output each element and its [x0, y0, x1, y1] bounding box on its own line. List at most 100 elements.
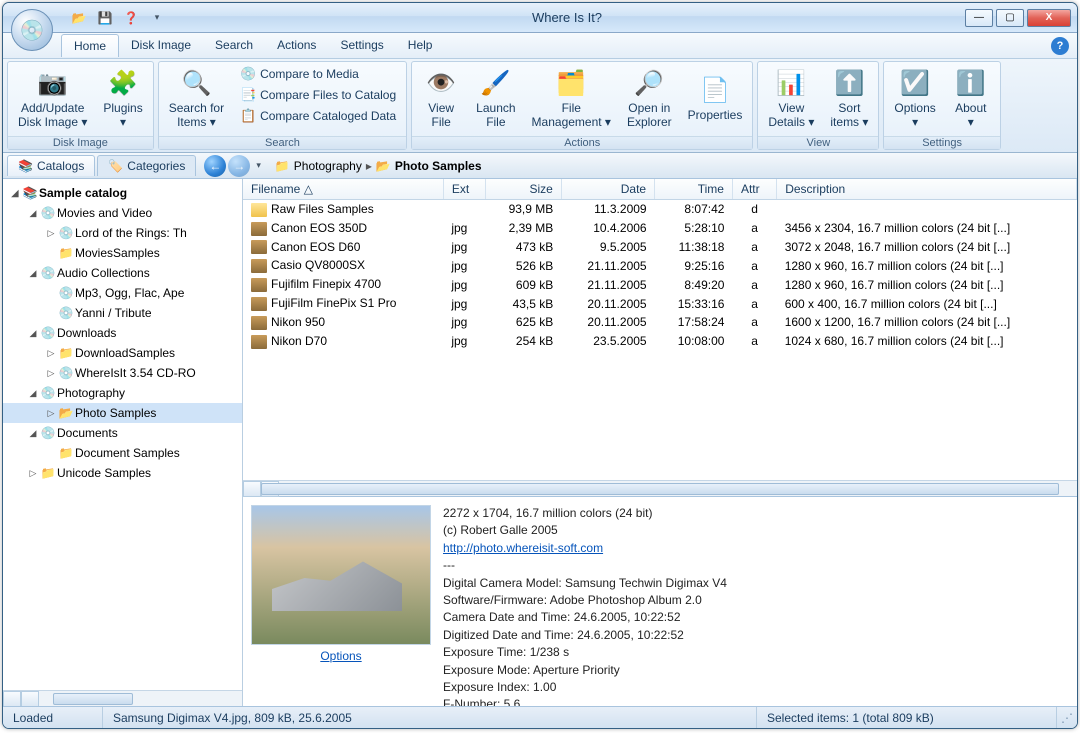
qat-help-icon[interactable]: ❓ [119, 7, 143, 29]
tree-item[interactable]: ▷💿WhereIsIt 3.54 CD-RO [3, 363, 242, 383]
ribbon-button-open-in[interactable]: 🔎Open inExplorer [621, 64, 678, 134]
ribbon-button-file[interactable]: 🗂️FileManagement ▾ [526, 64, 617, 134]
file-list[interactable]: Filename △ExtSizeDateTimeAttrDescription… [243, 179, 1077, 480]
ribbon-button-compare-cataloged-data[interactable]: 📋Compare Cataloged Data [234, 106, 402, 126]
ribbon-button-add-update[interactable]: 📷Add/UpdateDisk Image ▾ [12, 64, 93, 134]
maximize-button[interactable]: ▢ [996, 9, 1024, 27]
column-header-ext[interactable]: Ext [443, 179, 486, 200]
preview-thumbnail[interactable] [251, 505, 431, 645]
ribbon-button-search-for[interactable]: 🔍Search forItems ▾ [163, 64, 230, 134]
ribbon-icon: 📋 [240, 108, 256, 124]
categories-icon: 🏷️ [108, 159, 123, 173]
menu-tab-help[interactable]: Help [396, 34, 445, 57]
menu-tab-disk-image[interactable]: Disk Image [119, 34, 203, 57]
ribbon-button-compare-to-media[interactable]: 💿Compare to Media [234, 64, 402, 84]
close-button[interactable]: X [1027, 9, 1071, 27]
tab-categories[interactable]: 🏷️Categories [97, 155, 196, 176]
qat-dropdown-icon[interactable]: ▾ [145, 7, 169, 29]
titlebar: 💿 📂 💾 ❓ ▾ Where Is It? — ▢ X [3, 3, 1077, 33]
tree-expand-icon[interactable]: ◢ [9, 188, 21, 199]
status-state: Loaded [3, 707, 103, 728]
ribbon-button-sort[interactable]: ⬆️Sortitems ▾ [824, 64, 874, 134]
tree-item[interactable]: 💿Yanni / Tribute [3, 303, 242, 323]
column-header-filename[interactable]: Filename △ [243, 179, 443, 200]
column-header-description[interactable]: Description [777, 179, 1077, 200]
tree-expand-icon[interactable]: ▷ [45, 348, 57, 359]
column-header-time[interactable]: Time [655, 179, 733, 200]
menu-tab-actions[interactable]: Actions [265, 34, 328, 57]
tree-item[interactable]: 📁MoviesSamples [3, 243, 242, 263]
file-row[interactable]: Canon EOS 350Djpg2,39 MB10.4.20065:28:10… [243, 219, 1077, 238]
ribbon-button-view[interactable]: 📊ViewDetails ▾ [762, 64, 820, 134]
tree-item[interactable]: 💿Mp3, Ogg, Flac, Ape [3, 283, 242, 303]
tree-item[interactable]: ◢💿Downloads [3, 323, 242, 343]
tree-node-label: Downloads [57, 326, 116, 340]
minimize-button[interactable]: — [965, 9, 993, 27]
filelist-scrollbar[interactable] [243, 480, 1077, 496]
menu-tab-settings[interactable]: Settings [328, 34, 395, 57]
sidebar-scrollbar[interactable] [3, 690, 242, 706]
tree-expand-icon[interactable]: ▷ [45, 228, 57, 239]
tree-item[interactable]: 📁Document Samples [3, 443, 242, 463]
column-header-date[interactable]: Date [561, 179, 654, 200]
ribbon-button-about[interactable]: ℹ️About▾ [946, 64, 996, 134]
tree-node-icon: 💿 [57, 286, 75, 300]
file-row[interactable]: Casio QV8000SXjpg526 kB21.11.20059:25:16… [243, 256, 1077, 275]
resize-grip[interactable]: ⋰ [1057, 711, 1077, 725]
ribbon-group-actions: 👁️ViewFile🖌️LaunchFile🗂️FileManagement ▾… [411, 61, 753, 150]
ribbon-button-launch[interactable]: 🖌️LaunchFile [470, 64, 521, 134]
tree-item[interactable]: ▷📂Photo Samples [3, 403, 242, 423]
ribbon-button-view[interactable]: 👁️ViewFile [416, 64, 466, 134]
file-row[interactable]: Nikon 950jpg625 kB20.11.200517:58:24a160… [243, 313, 1077, 332]
tree-expand-icon[interactable]: ◢ [27, 428, 39, 439]
column-header-attr[interactable]: Attr [732, 179, 776, 200]
file-row[interactable]: Fujifilm Finepix 4700jpg609 kB21.11.2005… [243, 275, 1077, 294]
tree-expand-icon[interactable]: ▷ [45, 368, 57, 379]
ribbon-group-search: 🔍Search forItems ▾💿Compare to Media📑Comp… [158, 61, 407, 150]
ribbon-icon: 🧩 [107, 68, 139, 100]
nav-back-button[interactable]: ← [204, 155, 226, 177]
status-selection: Selected items: 1 (total 809 kB) [757, 707, 1057, 728]
tab-catalogs[interactable]: 📚Catalogs [7, 155, 95, 176]
ribbon-group-label: Settings [884, 136, 999, 149]
tree-expand-icon[interactable]: ◢ [27, 388, 39, 399]
catalog-tree[interactable]: ◢📚Sample catalog◢💿Movies and Video▷💿Lord… [3, 179, 242, 690]
tree-item[interactable]: ◢💿Documents [3, 423, 242, 443]
preview-options-link[interactable]: Options [320, 649, 361, 663]
tree-item[interactable]: ◢💿Photography [3, 383, 242, 403]
ribbon-button-compare-files-to-catalog[interactable]: 📑Compare Files to Catalog [234, 85, 402, 105]
tree-item[interactable]: ◢💿Movies and Video [3, 203, 242, 223]
nav-dropdown-icon[interactable]: ▾ [252, 160, 265, 171]
preview-url-link[interactable]: http://photo.whereisit-soft.com [443, 541, 603, 555]
nav-forward-button[interactable]: → [228, 155, 250, 177]
tree-expand-icon[interactable]: ▷ [27, 468, 39, 479]
tree-node-icon: 💿 [57, 306, 75, 320]
quick-access-toolbar: 📂 💾 ❓ ▾ [67, 7, 169, 29]
tree-expand-icon[interactable]: ▷ [45, 408, 57, 419]
breadcrumb-parent[interactable]: Photography [294, 159, 362, 173]
file-row[interactable]: Canon EOS D60jpg473 kB9.5.200511:38:18a3… [243, 238, 1077, 257]
qat-open-icon[interactable]: 📂 [67, 7, 91, 29]
column-header-size[interactable]: Size [486, 179, 561, 200]
ribbon-icon: 👁️ [425, 68, 457, 100]
file-row[interactable]: Nikon D70jpg254 kB23.5.200510:08:00a1024… [243, 332, 1077, 351]
app-icon[interactable]: 💿 [11, 9, 53, 51]
tree-expand-icon[interactable]: ◢ [27, 328, 39, 339]
tree-item[interactable]: ◢📚Sample catalog [3, 183, 242, 203]
menu-tab-home[interactable]: Home [61, 34, 119, 57]
file-row[interactable]: FujiFilm FinePix S1 Projpg43,5 kB20.11.2… [243, 294, 1077, 313]
menu-tab-search[interactable]: Search [203, 34, 265, 57]
tree-item[interactable]: ▷📁DownloadSamples [3, 343, 242, 363]
tree-expand-icon[interactable]: ◢ [27, 208, 39, 219]
tree-expand-icon[interactable]: ◢ [27, 268, 39, 279]
tree-item[interactable]: ◢💿Audio Collections [3, 263, 242, 283]
ribbon-button-plugins[interactable]: 🧩Plugins▾ [97, 64, 148, 134]
qat-save-icon[interactable]: 💾 [93, 7, 117, 29]
ribbon-button-properties[interactable]: 📄Properties [682, 64, 749, 134]
tree-item[interactable]: ▷📁Unicode Samples [3, 463, 242, 483]
tree-node-icon: 💿 [57, 226, 75, 240]
ribbon-button-options[interactable]: ☑️Options▾ [888, 64, 941, 134]
help-icon[interactable]: ? [1051, 37, 1069, 55]
file-row[interactable]: Raw Files Samples93,9 MB11.3.20098:07:42… [243, 200, 1077, 219]
tree-item[interactable]: ▷💿Lord of the Rings: Th [3, 223, 242, 243]
